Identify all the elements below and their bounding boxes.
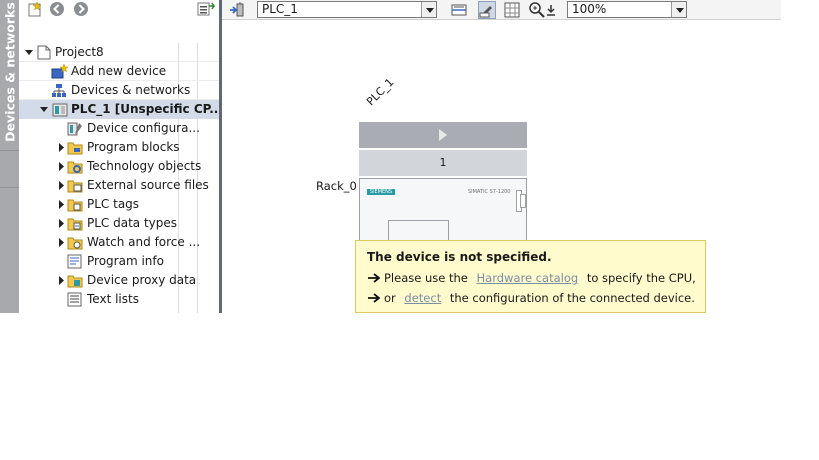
arrow-right-icon — [367, 272, 381, 286]
zoom-select[interactable]: 100% — [567, 1, 687, 18]
tree-item-label: Program blocks — [87, 140, 180, 154]
slot-number: 1 — [359, 150, 527, 176]
device-config-icon — [67, 121, 83, 136]
tree-item-plc-tags[interactable]: PLC tags — [19, 195, 219, 214]
tree-item-label: PLC_1 [Unspecific CP... — [71, 102, 223, 116]
tree-item-watch-and-force[interactable]: Watch and force ... — [19, 233, 219, 252]
plc-icon — [52, 102, 68, 117]
technology-folder-icon — [67, 159, 83, 174]
cpu-model: SIMATIC S7-1200 — [468, 189, 511, 195]
zoom-in-icon[interactable] — [528, 1, 546, 19]
tooltip-text: Please use the — [384, 271, 468, 285]
tree-item-label: Device proxy data — [87, 273, 197, 287]
tree-item-program-info[interactable]: Program info — [19, 252, 219, 271]
tree-item-program-blocks[interactable]: Program blocks — [19, 138, 219, 157]
device-overview-icon[interactable] — [228, 1, 246, 19]
tree-item-label: Add new device — [71, 64, 167, 78]
side-tab-divider — [0, 187, 19, 188]
expanded-arrow-icon[interactable] — [24, 43, 34, 62]
tree-options-icon[interactable] — [197, 1, 216, 17]
tree-item-label: Watch and force ... — [87, 235, 201, 249]
side-tab-devices-networks[interactable]: Devices & networks — [0, 0, 19, 313]
grid-view-icon[interactable] — [503, 1, 521, 19]
watch-folder-icon — [67, 235, 83, 250]
detect-link[interactable]: detect — [404, 291, 441, 305]
forward-icon[interactable] — [73, 1, 89, 17]
tia-portal-window: Devices & networks Project8 Add new devi… — [0, 0, 781, 313]
tree-item-partial[interactable] — [19, 309, 219, 313]
back-icon[interactable] — [49, 1, 65, 17]
tooltip-title: The device is not specified. — [367, 250, 552, 264]
project-tree: Project8 Add new device Devices & networ… — [19, 0, 223, 313]
cpu-brand: SIEMENS — [367, 189, 395, 195]
play-arrow-icon — [439, 129, 447, 141]
chevron-down-icon[interactable] — [421, 2, 436, 17]
tree-item-label: External source files — [87, 178, 209, 192]
tooltip-text: to specify the CPU, — [586, 271, 696, 285]
tree-item-devices-networks[interactable]: Devices & networks — [19, 81, 219, 100]
tree-item-label: Technology objects — [87, 159, 202, 173]
tree-item-plc1[interactable]: PLC_1 [Unspecific CP... — [19, 100, 223, 119]
tree-item-add-new-device[interactable]: Add new device — [19, 62, 219, 81]
folder-icon — [67, 311, 83, 313]
project-icon — [37, 45, 53, 60]
tree-item-external-source-files[interactable]: External source files — [19, 176, 219, 195]
side-tab-label: Devices & networks — [2, 2, 17, 142]
text-list-icon — [67, 292, 83, 307]
arrow-right-icon — [367, 292, 381, 306]
tree-item-label: PLC tags — [87, 197, 140, 211]
device-select[interactable]: PLC_1 — [257, 1, 437, 18]
tree-item-label: Device configura... — [87, 121, 200, 135]
project-tree-toolbar — [19, 0, 219, 18]
proxy-folder-icon — [67, 273, 83, 288]
cpu-port — [520, 194, 526, 208]
chevron-down-icon[interactable] — [671, 2, 686, 17]
tooltip-line-2: or detect the configuration of the conne… — [367, 291, 695, 306]
source-folder-icon — [67, 178, 83, 193]
new-item-icon[interactable] — [27, 1, 43, 17]
tree-item-technology-objects[interactable]: Technology objects — [19, 157, 219, 176]
expanded-arrow-icon[interactable] — [39, 100, 49, 119]
tree-item-text-lists[interactable]: Text lists — [19, 290, 219, 309]
tree-item-device-proxy-data[interactable]: Device proxy data — [19, 271, 219, 290]
add-device-icon — [51, 63, 69, 79]
unspecified-device-tooltip: The device is not specified. Please use … — [355, 240, 706, 313]
collapsed-arrow-icon[interactable] — [56, 157, 66, 176]
tree-item-project8[interactable]: Project8 — [19, 43, 219, 62]
tree-item-device-configuration[interactable]: Device configura... — [19, 119, 219, 138]
program-info-icon — [67, 254, 83, 269]
collapsed-arrow-icon[interactable] — [56, 214, 66, 233]
device-select-value: PLC_1 — [262, 2, 298, 16]
pen-tool-icon[interactable] — [478, 1, 496, 19]
tooltip-text: the configuration of the connected devic… — [449, 291, 695, 305]
download-arrow-icon[interactable] — [545, 1, 557, 19]
plc-name-label: PLC_1 — [364, 75, 397, 109]
side-tab-divider — [0, 150, 19, 151]
zoom-select-value: 100% — [572, 2, 607, 16]
tree-item-label: Text lists — [87, 292, 139, 306]
cpu-module[interactable]: SIEMENS SIMATIC S7-1200 — [359, 178, 527, 248]
datatypes-folder-icon — [67, 216, 83, 231]
hardware-catalog-link[interactable]: Hardware catalog — [477, 271, 579, 285]
collapsed-arrow-icon[interactable] — [56, 195, 66, 214]
tree-item-label: PLC data types — [87, 216, 178, 230]
tree-item-label: Project8 — [55, 45, 104, 59]
network-icon — [51, 83, 67, 98]
rack-label: Rack_0 — [316, 179, 357, 193]
collapsed-arrow-icon[interactable] — [56, 233, 66, 252]
rack-view-icon[interactable] — [450, 1, 468, 19]
tree-item-label: Devices & networks — [71, 83, 191, 97]
tree-item-label: Program info — [87, 254, 164, 268]
tree-item-plc-data-types[interactable]: PLC data types — [19, 214, 219, 233]
rack-slot-header[interactable] — [359, 122, 527, 148]
collapsed-arrow-icon[interactable] — [56, 271, 66, 290]
device-view-toolbar: PLC_1 100% — [222, 0, 781, 20]
collapsed-arrow-icon[interactable] — [56, 138, 66, 157]
tooltip-text: or — [384, 291, 396, 305]
tags-folder-icon — [67, 197, 83, 212]
tooltip-line-1: Please use the Hardware catalog to speci… — [367, 271, 696, 286]
collapsed-arrow-icon[interactable] — [56, 176, 66, 195]
folder-icon — [67, 140, 83, 155]
